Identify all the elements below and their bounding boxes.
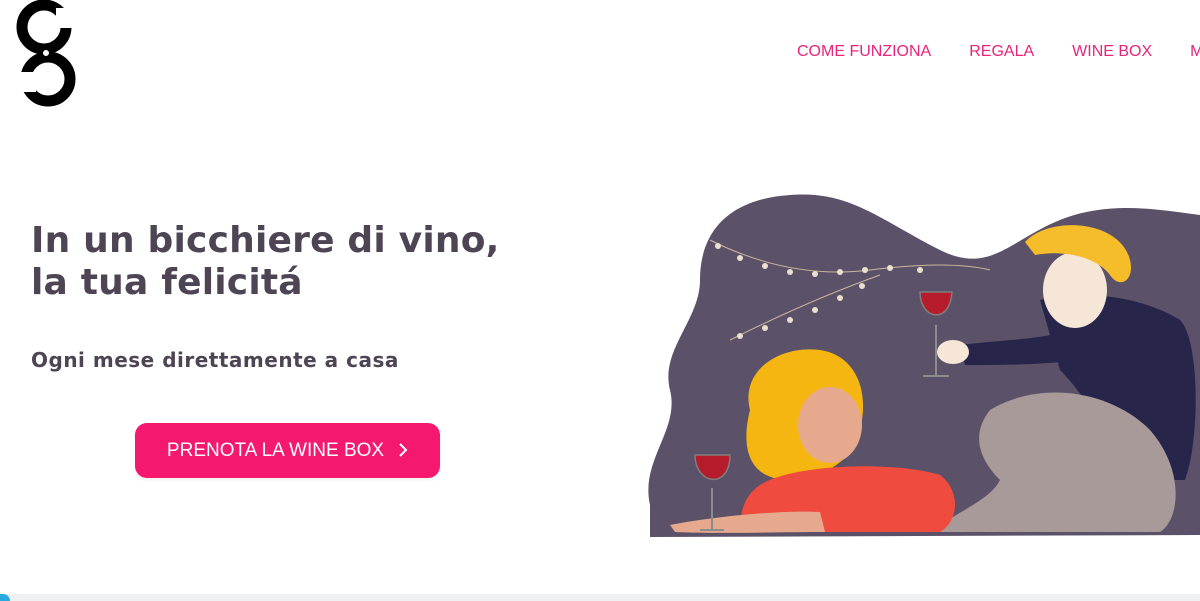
hero-title-line-2: la tua felicitá [31, 262, 303, 303]
section-divider [0, 594, 1200, 601]
nav-link-regala[interactable]: REGALA [969, 42, 1034, 62]
hero-title: In un bicchiere di vino, la tua felicitá [31, 220, 500, 304]
book-wine-box-button-label: PRENOTA LA WINE BOX [166, 439, 385, 461]
nav-link-come-funziona[interactable]: COME FUNZIONA [797, 42, 931, 62]
book-wine-box-button[interactable]: PRENOTA LA WINE BOX [135, 423, 440, 478]
brand-logo-icon[interactable] [16, 0, 76, 108]
chevron-right-icon [398, 442, 408, 460]
main-nav: COME FUNZIONA REGALA WINE BOX MA [797, 42, 1200, 62]
hero-title-line-1: In un bicchiere di vino, [31, 220, 500, 261]
page: COME FUNZIONA REGALA WINE BOX MA In un b… [0, 0, 1200, 601]
nav-link-wine-box[interactable]: WINE BOX [1072, 42, 1152, 62]
nav-link-truncated[interactable]: MA [1190, 42, 1200, 62]
hero-subtitle: Ogni mese direttamente a casa [31, 348, 399, 372]
couple-with-wine-illustration [648, 194, 1200, 537]
